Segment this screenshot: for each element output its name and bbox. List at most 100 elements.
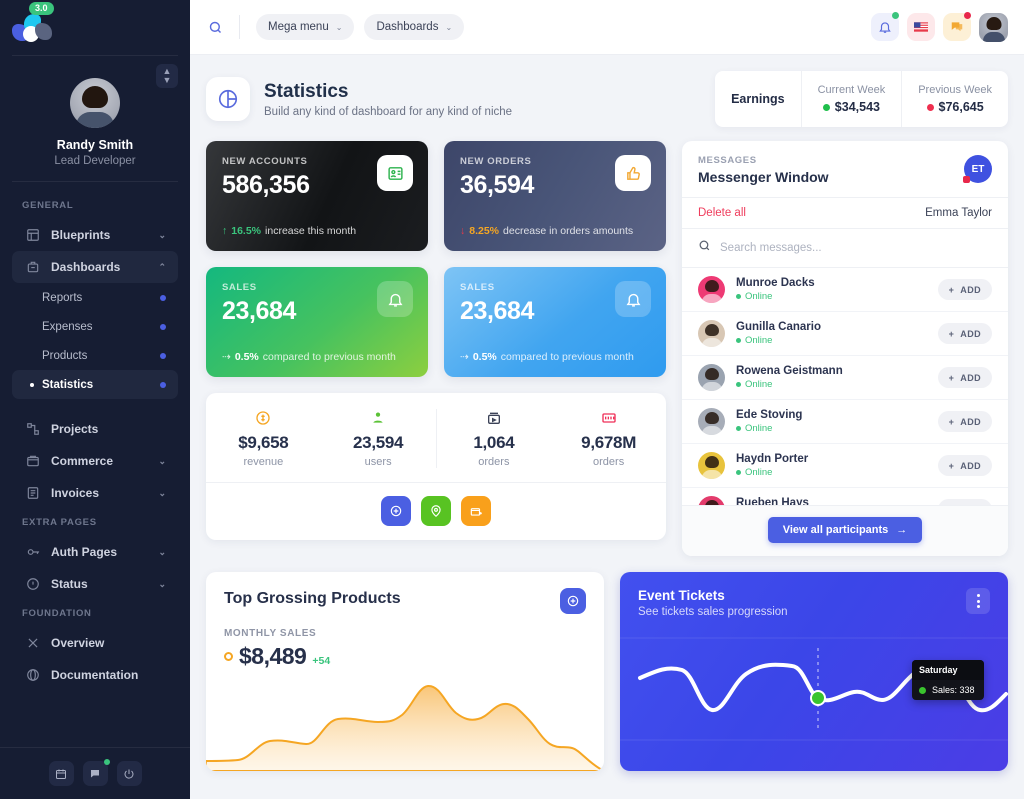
card-title: Top Grossing Products (224, 590, 401, 607)
overview-icon (24, 635, 42, 651)
search-input[interactable] (720, 242, 992, 254)
list-item[interactable]: Haydn Porter Online + ADD (682, 444, 1008, 488)
app-root: 3.0 ▲ ▼ Randy Smith Lead Developer GENER… (0, 0, 1024, 799)
notification-dot (964, 12, 971, 19)
messenger-toolbar: Delete all Emma Taylor (682, 197, 1008, 229)
sidebar-subitem-reports[interactable]: Reports (12, 283, 178, 312)
contact-info: Munroe Dacks Online (736, 277, 938, 302)
app-logo[interactable]: 3.0 (0, 0, 190, 55)
sidebar-item-dashboards[interactable]: Dashboards ⌃ (12, 251, 178, 283)
chat-bubble-icon[interactable] (943, 12, 971, 41)
sidebar-collapse-toggle[interactable]: ▲ ▼ (156, 64, 178, 88)
sidebar-item-commerce[interactable]: Commerce ⌄ (12, 445, 178, 477)
chevron-down-icon: ⌄ (158, 229, 166, 240)
sidebar-subitem-label: Expenses (42, 320, 93, 333)
plus-icon: + (948, 328, 955, 339)
profile-avatar[interactable] (70, 78, 120, 128)
page-header: Statistics Build any kind of dashboard f… (206, 71, 1008, 127)
metric-label: users (364, 456, 392, 468)
delete-all-button[interactable]: Delete all (698, 207, 746, 219)
top-grossing-products-card: Top Grossing Products MONTHLY SALES $8,4… (206, 572, 604, 771)
chevron-up-icon: ⌃ (158, 261, 166, 272)
list-item[interactable]: Gunilla Canario Online + ADD (682, 312, 1008, 356)
sidebar-item-projects[interactable]: Projects (12, 413, 178, 445)
status-dot (160, 294, 166, 301)
mega-menu-dropdown[interactable]: Mega menu ⌄ (256, 14, 355, 40)
chevron-down-icon: ⌄ (158, 487, 166, 498)
list-item[interactable]: Rowena Geistmann Online + ADD (682, 356, 1008, 400)
dashboards-label: Dashboards (376, 21, 439, 33)
earnings-current-week[interactable]: Current Week $34,543 (802, 71, 903, 127)
contact-name: Ede Stoving (736, 409, 803, 421)
metrics-row: $9,658 revenue 23,594 users 1,064 orders… (206, 393, 666, 482)
add-contact-button[interactable]: +ADD (937, 455, 992, 476)
sidebar-item-overview[interactable]: Overview (12, 627, 178, 659)
stat-card-new-accounts[interactable]: NEW ACCOUNTS 586,356 ↑ 16.5% increase th… (206, 141, 428, 251)
stat-card-foot-text: compared to previous month (500, 351, 634, 363)
nav-section-general-header: GENERAL (22, 200, 74, 211)
contact-status: Online (736, 379, 938, 390)
search-icon[interactable] (208, 20, 223, 35)
sidebar-subitem-expenses[interactable]: Expenses (12, 312, 178, 341)
contact-status: Online (736, 291, 938, 302)
list-item[interactable]: Rueben Hays Online +ADD (682, 488, 1008, 505)
stat-card-foot-text: increase this month (265, 225, 357, 237)
status-dot (160, 323, 166, 330)
chat-icon[interactable] (82, 759, 110, 786)
series-dot-icon (919, 686, 926, 694)
power-icon[interactable] (116, 761, 142, 786)
flag-icon[interactable] (907, 13, 935, 41)
sidebar-item-blueprints[interactable]: Blueprints ⌄ (12, 219, 178, 251)
sidebar-item-invoices[interactable]: Invoices ⌄ (12, 477, 178, 509)
chevron-down-icon: ⌄ (158, 455, 166, 466)
dots-vertical-icon[interactable] (966, 588, 990, 614)
add-contact-button[interactable]: +ADD (937, 323, 992, 344)
add-contact-button[interactable]: +ADD (937, 279, 992, 300)
metric-value: 1,064 (473, 433, 515, 452)
earnings-previous-week[interactable]: Previous Week $76,645 (902, 71, 1008, 127)
bell-alert-icon (615, 281, 651, 317)
sidebar: 3.0 ▲ ▼ Randy Smith Lead Developer GENER… (0, 0, 190, 799)
sidebar-item-status[interactable]: Status ⌄ (12, 568, 178, 600)
plus-circle-icon[interactable] (560, 588, 586, 614)
messenger-search[interactable] (682, 229, 1008, 268)
status-dot (160, 381, 166, 388)
sidebar-subitem-statistics[interactable]: Statistics (12, 370, 178, 399)
main-area: Mega menu ⌄ Dashboards ⌄ Statistics Buil… (190, 0, 1024, 799)
view-all-participants-button[interactable]: View all participants → (767, 517, 923, 543)
messenger-title: Messenger Window (698, 169, 829, 185)
avatar (698, 452, 725, 479)
avatar[interactable] (979, 12, 1008, 42)
metric-label: orders (478, 456, 510, 468)
sidebar-item-auth-pages[interactable]: Auth Pages ⌄ (12, 536, 178, 568)
add-contact-button[interactable]: +ADD (937, 411, 992, 432)
sidebar-subitem-products[interactable]: Products (12, 341, 178, 370)
messenger-avatar[interactable]: ET (963, 155, 992, 183)
stat-card-sales-green[interactable]: SALES 23,684 ⇢ 0.5% compared to previous… (206, 267, 428, 377)
dashboards-dropdown[interactable]: Dashboards ⌄ (364, 14, 465, 40)
plus-icon: + (948, 416, 955, 427)
sidebar-footer (0, 747, 190, 799)
earnings-label: Previous Week (918, 84, 992, 96)
stat-card-sales-blue[interactable]: SALES 23,684 ⇢ 0.5% compared to previous… (444, 267, 666, 377)
sidebar-item-documentation[interactable]: Documentation (12, 659, 178, 691)
metric-value: $9,658 (238, 433, 289, 452)
documentation-icon (24, 667, 42, 683)
plus-circle-icon[interactable] (381, 496, 411, 526)
metric-users: 23,594 users (321, 409, 436, 468)
list-item[interactable]: Ede Stoving Online + ADD (682, 400, 1008, 444)
sidebar-item-label: Status (51, 577, 88, 591)
list-item[interactable]: Munroe Dacks Online + ADD (682, 268, 1008, 312)
calculator-icon (551, 409, 666, 427)
bell-icon[interactable] (871, 12, 899, 41)
location-pin-icon[interactable] (421, 496, 451, 526)
dashboards-icon (24, 259, 42, 275)
page-title: Statistics (264, 81, 349, 103)
store-add-icon[interactable] (461, 496, 491, 526)
topbar-actions (871, 12, 1008, 42)
contact-info: Gunilla Canario Online (736, 321, 938, 346)
status-dot (926, 103, 934, 111)
add-contact-button[interactable]: +ADD (937, 367, 992, 388)
stat-card-new-orders[interactable]: NEW ORDERS 36,594 ↓ 8.25% decrease in or… (444, 141, 666, 251)
calendar-icon[interactable] (48, 761, 74, 786)
